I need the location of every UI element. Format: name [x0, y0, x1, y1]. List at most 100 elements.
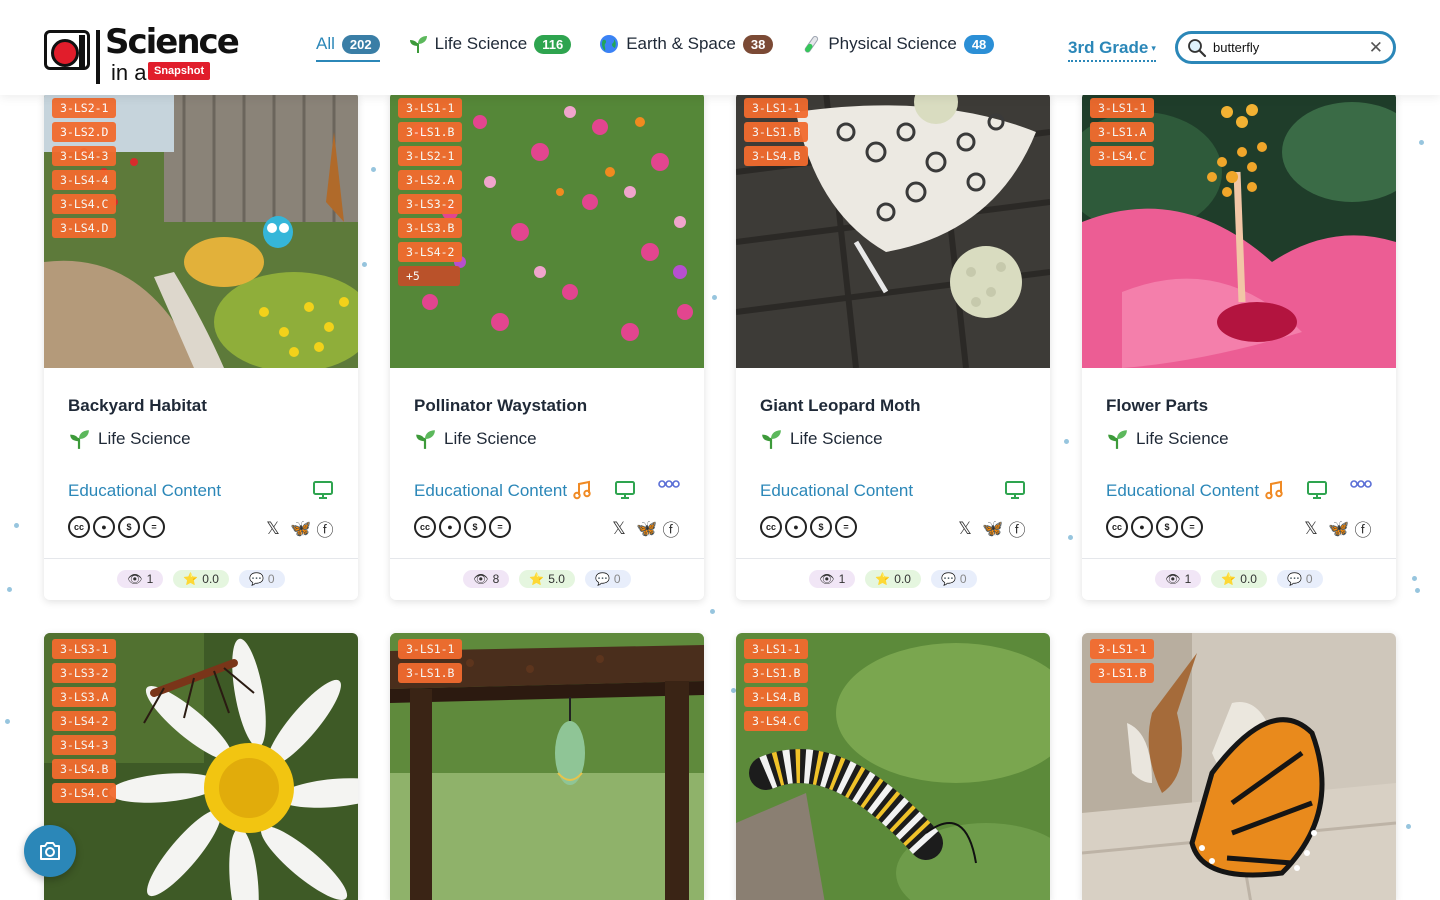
standard-tag[interactable]: 3-LS3.B [398, 218, 463, 238]
educational-content-link[interactable]: Educational Content [414, 481, 567, 501]
decor-dot [362, 262, 367, 267]
educational-content-link[interactable]: Educational Content [1106, 481, 1259, 501]
more-options-icon[interactable] [658, 479, 680, 489]
educational-content-link[interactable]: Educational Content [68, 481, 221, 501]
card-title[interactable]: Flower Parts [1106, 396, 1372, 416]
tab-earth-space[interactable]: Earth & Space 38 [599, 34, 774, 60]
content-card[interactable]: 3-LS1-1 3-LS1.B [1082, 633, 1396, 900]
tab-physical-science[interactable]: Physical Science 48 [801, 34, 995, 60]
card-photo[interactable]: 3-LS3-1 3-LS3-2 3-LS3.A 3-LS4-2 3-LS4-3 … [44, 633, 358, 900]
standard-tag[interactable]: 3-LS4-3 [52, 146, 117, 166]
content-card[interactable]: 3-LS1-1 3-LS1.B 3-LS4.B 3-LS4.C [736, 633, 1050, 900]
facebook-share-icon[interactable]: ⓕ [316, 516, 334, 541]
bluesky-share-icon[interactable]: 🦋 [982, 519, 1003, 539]
standard-tag[interactable]: 3-LS4-3 [52, 735, 117, 755]
card-photo[interactable]: 3-LS1-1 3-LS1.B [1082, 633, 1396, 900]
monitor-icon[interactable] [614, 480, 636, 500]
card-photo[interactable]: 3-LS1-1 3-LS1.A 3-LS4.C [1082, 92, 1396, 368]
card-photo[interactable]: 3-LS1-1 3-LS1.B 3-LS4.B 3-LS4.C [736, 633, 1050, 900]
more-tags-badge[interactable]: +5 [398, 266, 460, 286]
card-stats: 👁 1 ⭐ 0.0 💬 0 [736, 558, 1050, 598]
standard-tag[interactable]: 3-LS2.D [52, 122, 117, 142]
edu-row: Educational Content [68, 480, 334, 502]
search-input[interactable] [1213, 40, 1363, 55]
standard-tag[interactable]: 3-LS1-1 [398, 639, 463, 659]
card-title[interactable]: Backyard Habitat [68, 396, 334, 416]
media-icons [1264, 480, 1372, 500]
content-card[interactable]: 3-LS3-1 3-LS3-2 3-LS3.A 3-LS4-2 3-LS4-3 … [44, 633, 358, 900]
content-card[interactable]: 3-LS1-1 3-LS1.B 3-LS4.B Giant Leopard Mo… [736, 92, 1050, 600]
standard-tag[interactable]: 3-LS2-1 [52, 98, 117, 118]
monitor-icon[interactable] [1306, 480, 1328, 500]
cc-license-icons[interactable]: cc ● $ = [414, 516, 511, 538]
bluesky-share-icon[interactable]: 🦋 [636, 519, 657, 539]
standard-tag[interactable]: 3-LS3-2 [398, 194, 463, 214]
standard-tag[interactable]: 3-LS4.B [744, 146, 809, 166]
standard-tag[interactable]: 3-LS4.B [744, 687, 809, 707]
standard-tag[interactable]: 3-LS3-2 [52, 663, 117, 683]
standard-tag[interactable]: 3-LS4.D [52, 218, 117, 238]
x-share-icon[interactable]: 𝕏 [956, 519, 974, 539]
card-title[interactable]: Giant Leopard Moth [760, 396, 1026, 416]
standard-tag[interactable]: 3-LS4-2 [398, 242, 463, 262]
music-icon[interactable] [572, 480, 592, 500]
monitor-icon[interactable] [1004, 480, 1026, 500]
card-photo[interactable]: 3-LS1-1 3-LS1.B [390, 633, 704, 900]
standard-tag[interactable]: 3-LS2.A [398, 170, 463, 190]
tab-all[interactable]: All 202 [316, 34, 380, 62]
standard-tag[interactable]: 3-LS1.A [1090, 122, 1155, 142]
grade-selector[interactable]: 3rd Grade ▾ [1068, 38, 1156, 62]
site-logo[interactable]: Science in a Snapshot [44, 16, 240, 85]
clear-search-icon[interactable]: ✕ [1369, 38, 1383, 58]
content-card[interactable]: 3-LS1-1 3-LS1.B [390, 633, 704, 900]
rating-value: 0.0 [894, 571, 911, 586]
x-share-icon[interactable]: 𝕏 [264, 519, 282, 539]
standard-tag[interactable]: 3-LS1.B [744, 122, 809, 142]
standard-tag[interactable]: 3-LS1-1 [1090, 98, 1155, 118]
standard-tag[interactable]: 3-LS1.B [744, 663, 809, 683]
standard-tag[interactable]: 3-LS3.A [52, 687, 117, 707]
facebook-share-icon[interactable]: ⓕ [1008, 516, 1026, 541]
standard-tag[interactable]: 3-LS2-1 [398, 146, 463, 166]
nc-icon: $ [1156, 516, 1178, 538]
standard-tag[interactable]: 3-LS3-1 [52, 639, 117, 659]
x-share-icon[interactable]: 𝕏 [1302, 519, 1320, 539]
standard-tag[interactable]: 3-LS1-1 [744, 98, 809, 118]
standard-tag[interactable]: 3-LS1.B [398, 663, 463, 683]
standard-tag[interactable]: 3-LS1.B [1090, 663, 1155, 683]
content-card[interactable]: 3-LS1-1 3-LS1.B 3-LS2-1 3-LS2.A 3-LS3-2 … [390, 92, 704, 600]
x-share-icon[interactable]: 𝕏 [610, 519, 628, 539]
standard-tag[interactable]: 3-LS1.B [398, 122, 463, 142]
standard-tag[interactable]: 3-LS4.B [52, 759, 117, 779]
comments-count: 0 [959, 571, 967, 586]
monitor-icon[interactable] [312, 480, 334, 500]
content-card[interactable]: 3-LS1-1 3-LS1.A 3-LS4.C Flower Parts Lif… [1082, 92, 1396, 600]
educational-content-link[interactable]: Educational Content [760, 481, 913, 501]
cc-license-icons[interactable]: cc ● $ = [68, 516, 165, 538]
standard-tag[interactable]: 3-LS4.C [1090, 146, 1155, 166]
card-photo[interactable]: 3-LS1-1 3-LS1.B 3-LS4.B [736, 92, 1050, 368]
cc-license-icons[interactable]: cc ● $ = [1106, 516, 1203, 538]
cc-license-icons[interactable]: cc ● $ = [760, 516, 857, 538]
facebook-share-icon[interactable]: ⓕ [662, 516, 680, 541]
standard-tag[interactable]: 3-LS4.C [52, 783, 117, 803]
standard-tag[interactable]: 3-LS4.C [52, 194, 117, 214]
decor-dot [1419, 140, 1424, 145]
bluesky-share-icon[interactable]: 🦋 [290, 519, 311, 539]
content-card[interactable]: 3-LS2-1 3-LS2.D 3-LS4-3 3-LS4-4 3-LS4.C … [44, 92, 358, 600]
card-title[interactable]: Pollinator Waystation [414, 396, 680, 416]
bluesky-share-icon[interactable]: 🦋 [1328, 519, 1349, 539]
card-photo[interactable]: 3-LS2-1 3-LS2.D 3-LS4-3 3-LS4-4 3-LS4.C … [44, 92, 358, 368]
standard-tag[interactable]: 3-LS4-2 [52, 711, 117, 731]
music-icon[interactable] [1264, 480, 1284, 500]
standard-tag[interactable]: 3-LS1-1 [398, 98, 463, 118]
upload-photo-button[interactable] [24, 825, 76, 877]
standard-tag[interactable]: 3-LS4.C [744, 711, 809, 731]
standard-tag[interactable]: 3-LS4-4 [52, 170, 117, 190]
card-photo[interactable]: 3-LS1-1 3-LS1.B 3-LS2-1 3-LS2.A 3-LS3-2 … [390, 92, 704, 368]
standard-tag[interactable]: 3-LS1-1 [744, 639, 809, 659]
facebook-share-icon[interactable]: ⓕ [1354, 516, 1372, 541]
standard-tag[interactable]: 3-LS1-1 [1090, 639, 1155, 659]
more-options-icon[interactable] [1350, 479, 1372, 489]
tab-life-science[interactable]: Life Science 116 [408, 34, 572, 60]
